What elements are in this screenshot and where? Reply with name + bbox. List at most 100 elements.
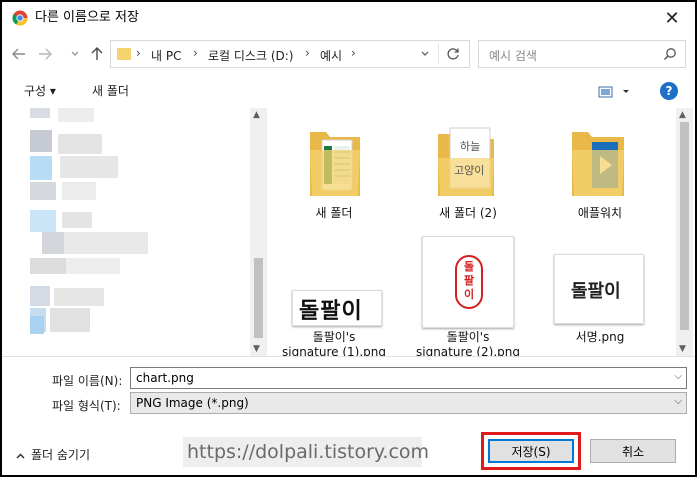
hide-folders-label: 폴더 숨기기 (31, 448, 91, 462)
handwriting-text: 고양이 (454, 164, 485, 177)
address-history-button[interactable] (415, 41, 435, 67)
file-item-new-folder[interactable]: 새 폴더 (274, 122, 394, 228)
filetype-value: PNG Image (*.png) (136, 396, 249, 410)
file-name-line: 돌팔이's (312, 330, 356, 344)
breadcrumb-this-pc[interactable]: 내 PC (151, 47, 181, 64)
seal-text: 돌팔이 (463, 260, 475, 301)
new-folder-button[interactable]: 새 폴더 (92, 82, 129, 99)
blurred-item (50, 308, 90, 332)
file-item-signature-png[interactable]: 돌팔이 서명.png (540, 254, 660, 354)
blurred-item (30, 210, 56, 232)
breadcrumb-example[interactable]: 예시 (320, 47, 342, 64)
forward-button[interactable] (36, 44, 54, 64)
cancel-button[interactable]: 취소 (590, 439, 676, 463)
breadcrumb-separator: › (305, 46, 310, 60)
title-bar: 다른 이름으로 저장 ✕ (2, 2, 695, 34)
breadcrumb-separator: › (193, 46, 198, 60)
breadcrumb-separator: › (136, 46, 141, 60)
change-view-button[interactable] (598, 84, 632, 100)
file-name: 새 폴더 (315, 206, 353, 220)
watermark: https://dolpali.tistory.com (183, 437, 429, 467)
chevron-down-icon[interactable]: ⌵ (674, 371, 682, 382)
navigation-pane[interactable]: ▲ ▼ (2, 108, 267, 356)
signature-text: 돌팔이 (571, 281, 621, 302)
blurred-item (30, 108, 50, 118)
filename-field[interactable]: chart.png ⌵ (130, 367, 687, 389)
divider (2, 356, 695, 357)
arrow-up-icon (91, 47, 103, 60)
file-name-line: signature (2).png (416, 345, 520, 356)
chevron-down-icon: ⌵ (674, 396, 682, 407)
blurred-item (58, 108, 94, 122)
chevron-down-icon (421, 51, 429, 56)
file-name-line: 돌팔이's (446, 330, 490, 344)
blurred-item (42, 232, 64, 254)
close-icon: ✕ (664, 7, 680, 29)
chrome-icon (12, 10, 28, 26)
file-name: 서명.png (575, 330, 625, 344)
organize-button[interactable]: 구성 ▾ (24, 82, 56, 99)
file-list-scrollbar[interactable]: ▲ ▼ (676, 108, 693, 356)
up-button[interactable] (88, 44, 106, 64)
search-input[interactable]: 예시 검색 (478, 40, 686, 68)
filename-label: 파일 이름(N): (52, 374, 123, 388)
file-item-signature-1[interactable]: 돌팔이 돌팔이's signature (1).png (274, 238, 394, 356)
image-thumbnail: 돌팔이 (292, 290, 382, 326)
file-name: 애플워치 (577, 206, 623, 220)
blurred-item (64, 232, 148, 254)
address-bar[interactable]: › 내 PC › 로컬 디스크 (D:) › 예시 › (110, 40, 470, 68)
image-thumbnail: 돌팔이 (422, 236, 514, 328)
breadcrumb-separator: › (351, 46, 356, 60)
chevron-down-icon (71, 51, 79, 56)
scroll-down-icon[interactable]: ▼ (253, 344, 260, 354)
refresh-button[interactable] (441, 41, 465, 67)
scroll-down-icon[interactable]: ▼ (679, 344, 686, 354)
blurred-item (58, 134, 102, 154)
filetype-select[interactable]: PNG Image (*.png) ⌵ (130, 392, 687, 414)
arrow-left-icon (12, 48, 25, 60)
blurred-item (30, 316, 44, 334)
file-item-new-folder-2[interactable]: 하늘 고양이 새 폴더 (2) (408, 122, 528, 228)
folder-excel-icon (310, 132, 360, 196)
blurred-item (66, 258, 120, 274)
filetype-label: 파일 형식(T): (52, 399, 121, 413)
back-button[interactable] (10, 44, 28, 64)
signature-text: 돌팔이 (299, 299, 363, 324)
folder-icon (117, 48, 131, 60)
blurred-item (30, 286, 50, 306)
scrollbar-thumb[interactable] (254, 258, 263, 338)
recent-locations-button[interactable] (66, 44, 84, 64)
save-as-dialog: 다른 이름으로 저장 ✕ › 내 PC › 로컬 디스크 (D:) › 예시 › (2, 2, 695, 475)
chevron-up-icon (16, 453, 25, 459)
close-button[interactable]: ✕ (649, 2, 695, 34)
scroll-up-icon[interactable]: ▲ (679, 110, 686, 120)
navigation-scrollbar[interactable]: ▲ ▼ (250, 108, 267, 356)
file-name-line: signature (1).png (282, 345, 386, 356)
search-icon (663, 48, 676, 61)
scroll-up-icon[interactable]: ▲ (253, 110, 260, 120)
hide-folders-button[interactable]: 폴더 숨기기 (16, 446, 90, 463)
toolbar: 구성 ▾ 새 폴더 ? (2, 76, 695, 106)
file-name: 새 폴더 (2) (439, 206, 497, 220)
view-options-icon (598, 86, 629, 98)
highlight-box (481, 432, 581, 470)
file-list-pane[interactable]: 새 폴더 하늘 고양이 새 폴더 (2) 애플워치 돌팔이 돌팔이's sign… (268, 108, 695, 356)
folder-media-icon (572, 132, 624, 196)
blurred-item (54, 288, 104, 306)
breadcrumb-local-disk[interactable]: 로컬 디스크 (D:) (208, 47, 293, 64)
divider (438, 44, 439, 64)
blurred-item (30, 156, 52, 180)
scrollbar-thumb[interactable] (680, 122, 689, 330)
blurred-item (62, 212, 92, 228)
help-button[interactable]: ? (660, 82, 678, 100)
filename-value: chart.png (136, 371, 194, 385)
arrow-right-icon (39, 48, 52, 60)
refresh-icon (447, 48, 459, 60)
blurred-item (30, 130, 52, 152)
file-item-signature-2[interactable]: 돌팔이 돌팔이's signature (2).png (408, 236, 528, 356)
blurred-item (62, 182, 96, 200)
handwriting-text: 하늘 (460, 140, 481, 153)
search-placeholder: 예시 검색 (489, 49, 537, 63)
image-thumbnail: 돌팔이 (554, 254, 644, 324)
file-item-apple-watch[interactable]: 애플워치 (540, 122, 660, 228)
